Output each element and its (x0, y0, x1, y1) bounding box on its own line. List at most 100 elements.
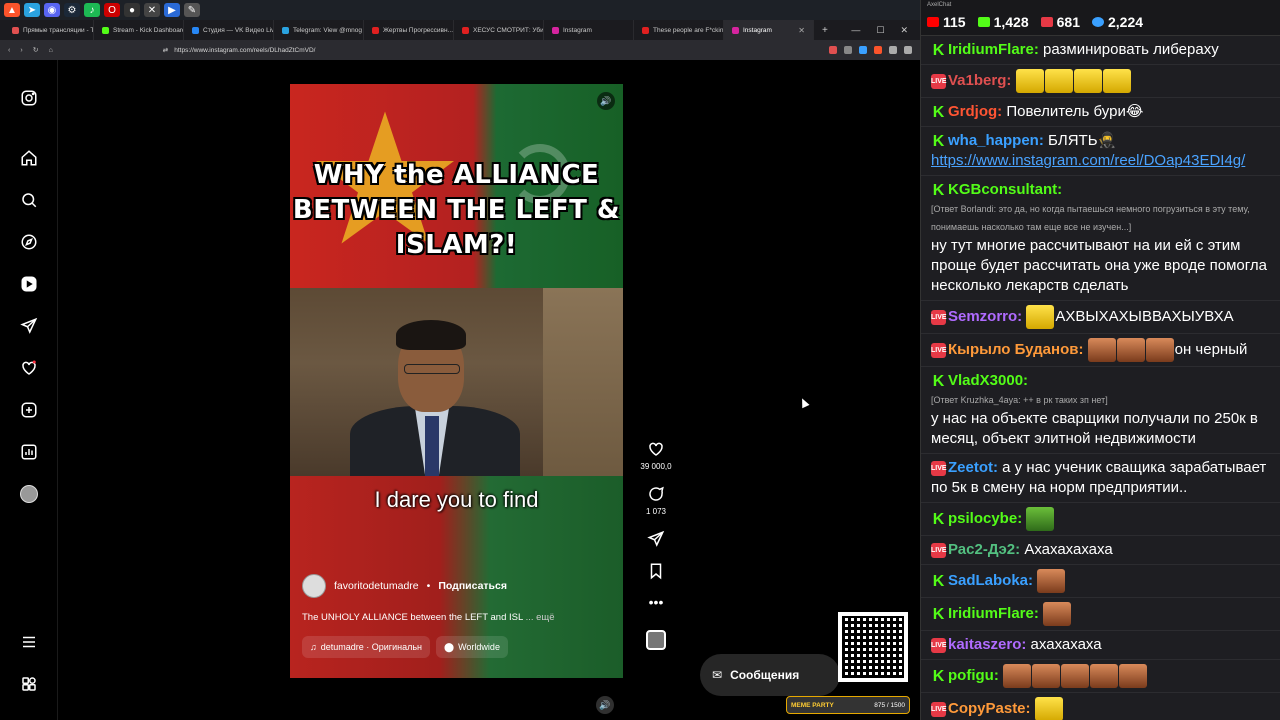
spotify-icon[interactable]: ♪ (84, 3, 100, 17)
create-icon[interactable] (19, 400, 39, 420)
extension-icon[interactable] (889, 46, 897, 54)
extension-icon[interactable] (829, 46, 837, 54)
browser-tab[interactable]: Stream - Kick Dashboard (94, 20, 184, 40)
explore-icon[interactable] (19, 232, 39, 252)
dashboard-icon[interactable] (19, 442, 39, 462)
extension-icon[interactable] (874, 46, 882, 54)
chat-username[interactable]: Grdjog: (948, 103, 1002, 120)
notifications-icon[interactable] (19, 358, 39, 378)
address-bar: ‹ › ↻ ⌂ ⇄ https://www.instagram.com/reel… (0, 40, 920, 60)
chat-reply-quote: [Ответ Kruzhka_4aya: ++ в рк таких зп не… (931, 395, 1108, 405)
url-field[interactable]: ⇄ https://www.instagram.com/reels/DLhadZ… (163, 46, 316, 55)
tab-favicon (642, 26, 649, 34)
location-chip[interactable]: ⬤ Worldwide (436, 636, 508, 658)
chat-username[interactable]: kaitaszero: (948, 636, 1026, 653)
close-tab-icon[interactable]: ✕ (798, 26, 805, 35)
new-tab-button[interactable]: + (814, 25, 836, 36)
chat-username[interactable]: Рас2-Дэ2: (948, 541, 1020, 558)
home-icon[interactable] (19, 148, 39, 168)
more-link[interactable]: ... ещё (526, 612, 555, 623)
home-icon[interactable]: ⌂ (49, 47, 53, 54)
chat-username[interactable]: Va1berg: (948, 72, 1011, 89)
app-icon[interactable]: ✕ (144, 3, 160, 17)
more-options-icon[interactable]: ••• (649, 594, 664, 610)
more-action[interactable]: ••• (649, 594, 664, 610)
opera-icon[interactable]: O (104, 3, 120, 17)
chat-message: Kpsilocybe: (921, 503, 1280, 536)
share-icon[interactable] (647, 530, 665, 548)
chat-username[interactable]: Zeetot: (948, 459, 998, 476)
chat-username[interactable]: CopyPaste: (948, 700, 1031, 717)
chat-emote (1102, 69, 1131, 93)
chat-username[interactable]: SadLaboka: (948, 572, 1033, 589)
video-bottom-panel: I dare you to find favoritodetumadre • П… (290, 476, 623, 678)
telegram-icon[interactable]: ➤ (24, 3, 40, 17)
reel-video[interactable]: WHY the ALLIANCE BETWEEN THE LEFT & ISLA… (290, 84, 623, 678)
author-avatar[interactable] (302, 574, 326, 598)
forward-icon[interactable]: › (20, 47, 22, 54)
chat-username[interactable]: Semzorro: (948, 308, 1022, 325)
user-icon (1092, 16, 1104, 27)
chat-username[interactable]: Кырыло Буданов: (948, 341, 1083, 358)
volume-icon[interactable]: 🔊 (597, 92, 615, 110)
browser-tab[interactable]: Instagram ✕ (724, 20, 814, 40)
chat-username[interactable]: pofigu: (948, 667, 999, 684)
url-text[interactable]: https://www.instagram.com/reels/DLhadZtC… (174, 47, 315, 54)
vk-viewers: 681 (1040, 14, 1080, 30)
audio-chip[interactable]: ♫ detumadre · Оригинальн (302, 636, 431, 658)
minimize-icon[interactable]: — (851, 25, 860, 36)
chat-username[interactable]: wha_happen: (948, 132, 1044, 149)
chat-username[interactable]: KGBconsultant: (948, 181, 1062, 198)
author-name[interactable]: favoritodetumadre (334, 580, 419, 592)
chat-username[interactable]: IridiumFlare: (948, 605, 1039, 622)
back-icon[interactable]: ‹ (8, 47, 10, 54)
reels-icon[interactable] (19, 274, 39, 294)
app-icon-3[interactable]: ✎ (184, 3, 200, 17)
browser-tab[interactable]: Прямые трансляции - Tw (4, 20, 94, 40)
vk-live-badge-icon: LIVE (931, 637, 947, 653)
chat-username[interactable]: IridiumFlare: (948, 41, 1039, 58)
brave-icon[interactable]: ▲ (4, 3, 20, 17)
kick-badge-icon: K (932, 605, 945, 623)
extension-icon[interactable] (859, 46, 867, 54)
heart-icon[interactable] (647, 440, 665, 458)
close-window-icon[interactable]: ✕ (900, 25, 908, 36)
browser-tab[interactable]: ХЕСУС СМОТРИТ: Убил (454, 20, 544, 40)
profile-avatar[interactable] (19, 484, 39, 504)
browser-tab[interactable]: These people are F*ckin (634, 20, 724, 40)
maximize-icon[interactable]: ☐ (876, 25, 884, 36)
site-info-icon[interactable]: ⇄ (163, 46, 168, 54)
follow-button[interactable]: Подписаться (438, 580, 507, 592)
discord-icon[interactable]: ◉ (44, 3, 60, 17)
chat-username[interactable]: VladX3000: (948, 372, 1028, 389)
chat-username[interactable]: psilocybe: (948, 510, 1022, 527)
steam-icon[interactable]: ⚙ (64, 3, 80, 17)
chat-link[interactable]: https://www.instagram.com/reel/DOap43EDI… (931, 152, 1245, 169)
browser-tab[interactable]: Жертвы Прогрессивн... (364, 20, 454, 40)
reload-icon[interactable]: ↻ (33, 46, 39, 54)
app-icon-2[interactable]: ▶ (164, 3, 180, 17)
volume-icon-bottom[interactable]: 🔊 (596, 696, 614, 714)
obs-icon[interactable]: ● (124, 3, 140, 17)
vk-live-badge-icon: LIVE (931, 73, 947, 89)
messages-icon[interactable] (19, 316, 39, 336)
extension-icon[interactable] (844, 46, 852, 54)
also-from-meta-icon[interactable] (19, 674, 39, 694)
browser-tab[interactable]: Студия — VK Видео Live (184, 20, 274, 40)
browser-tab[interactable]: Telegram: View @mnog (274, 20, 364, 40)
messages-button[interactable]: ✉ Сообщения (700, 654, 840, 696)
extension-icon[interactable] (904, 46, 912, 54)
menu-icon[interactable] (19, 632, 39, 652)
browser-tab[interactable]: Instagram (544, 20, 634, 40)
comment-action[interactable]: 1 073 (646, 485, 666, 516)
bookmark-icon[interactable] (647, 562, 665, 580)
save-action[interactable] (647, 562, 665, 580)
comment-icon[interactable] (647, 485, 665, 503)
audio-thumbnail[interactable] (646, 630, 666, 650)
share-action[interactable] (647, 530, 665, 548)
location-pin-icon: ⬤ (444, 641, 455, 652)
like-action[interactable]: 39 000,0 (640, 440, 672, 471)
chat-emote (1026, 305, 1055, 329)
search-icon[interactable] (19, 190, 39, 210)
instagram-logo-icon[interactable] (19, 88, 39, 108)
